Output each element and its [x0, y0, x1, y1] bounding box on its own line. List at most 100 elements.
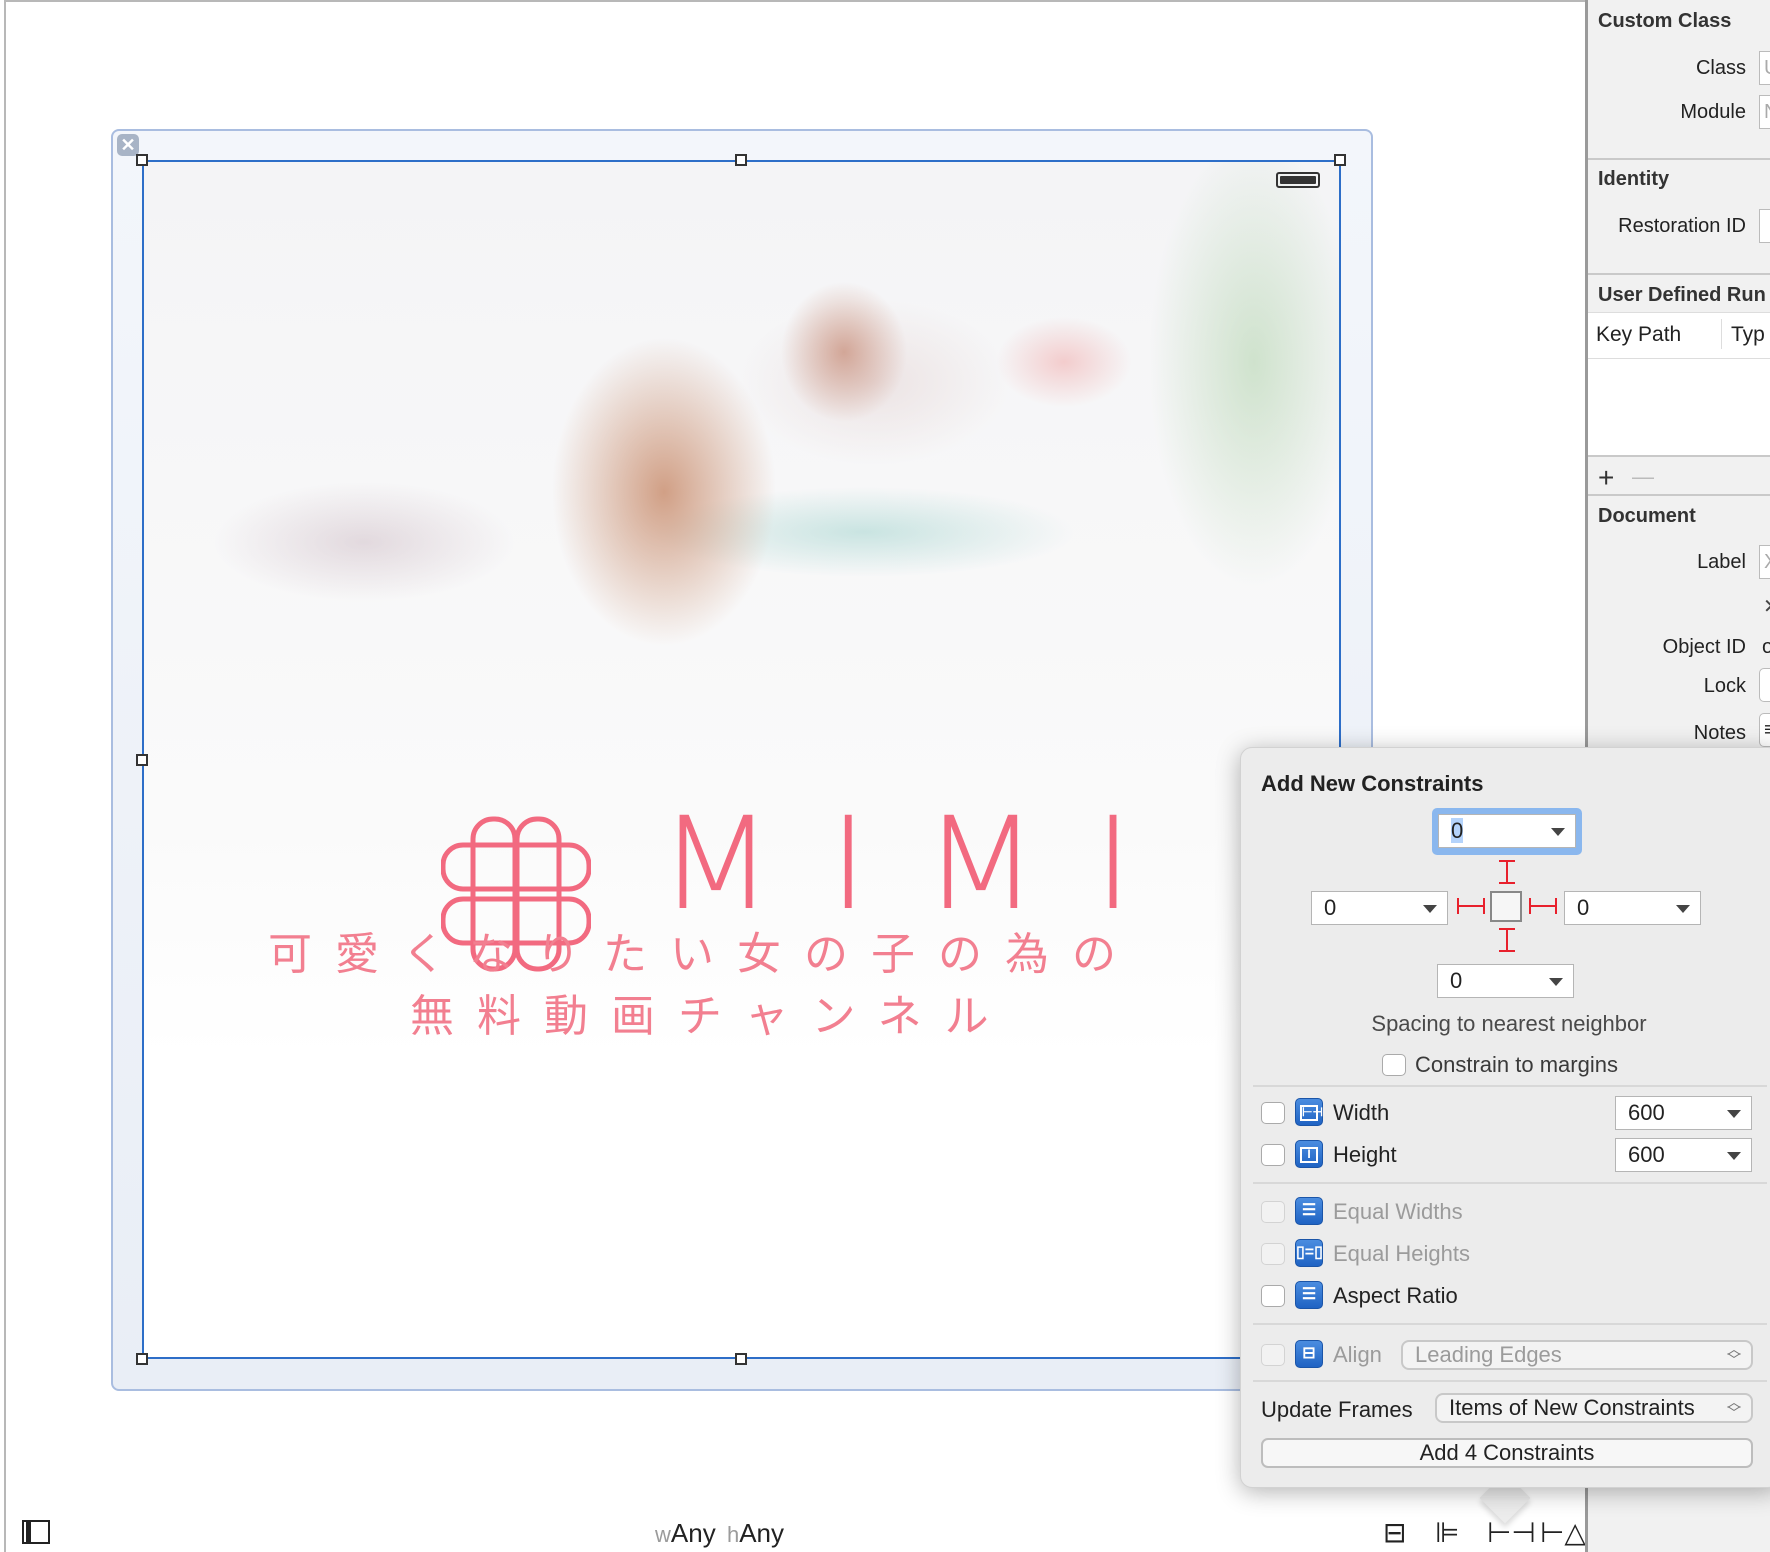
resize-handle[interactable] [735, 1353, 747, 1365]
object-id-label: Object ID [1662, 636, 1746, 658]
resize-handle[interactable] [1334, 154, 1346, 166]
resize-handle[interactable] [136, 1353, 148, 1365]
update-frames-select[interactable]: Items of New Constraints ︿ ﹀ [1435, 1393, 1753, 1423]
align-checkbox[interactable] [1261, 1344, 1285, 1366]
divider [1588, 158, 1770, 160]
left-spacing-field[interactable]: 0 [1311, 891, 1448, 925]
divider [1253, 1323, 1767, 1325]
updown-chevron-icon: ︿ ﹀ [1727, 1394, 1741, 1421]
width-value-field[interactable]: 600 [1615, 1096, 1752, 1130]
size-class-w-value: Any [670, 1518, 716, 1548]
embed-in-stack-icon[interactable]: ⊟ [1383, 1516, 1406, 1549]
clear-label-icon[interactable]: ✕ [1763, 594, 1770, 619]
pin-icon[interactable]: ⊢⊣ [1487, 1516, 1536, 1549]
photo-background [144, 162, 1339, 1357]
column-key-path[interactable]: Key Path [1596, 323, 1681, 347]
notes-button[interactable]: ≡ [1759, 713, 1770, 747]
equal-heights-checkbox[interactable] [1261, 1243, 1285, 1265]
column-type[interactable]: Typ [1731, 323, 1765, 347]
resize-handle[interactable] [136, 154, 148, 166]
attributes-table[interactable]: Key Path Typ [1588, 312, 1770, 457]
top-spacing-field[interactable]: 0 [1438, 814, 1576, 848]
aspect-ratio-label: Aspect Ratio [1333, 1283, 1458, 1308]
notes-label: Notes [1693, 722, 1746, 744]
equal-heights-icon: ▯=▯ [1295, 1239, 1323, 1267]
constrain-margins-checkbox[interactable] [1382, 1054, 1406, 1076]
equal-widths-label: Equal Widths [1333, 1199, 1463, 1224]
right-spacing-field[interactable]: 0 [1564, 891, 1701, 925]
equal-widths-icon: ☰ [1295, 1197, 1323, 1225]
toggle-outline-icon[interactable] [22, 1520, 50, 1544]
right-spacing-value: 0 [1577, 895, 1590, 920]
add-constraints-popover: Add New Constraints 0 0 0 0 Spacing to n… [1240, 747, 1770, 1488]
width-label: Width [1333, 1100, 1390, 1125]
object-id-value: o [1762, 636, 1770, 658]
height-checkbox[interactable] [1261, 1144, 1285, 1166]
size-class-control[interactable]: wAny hAny [655, 1518, 784, 1549]
identity-header: Identity [1598, 168, 1670, 190]
bottom-spacing-field[interactable]: 0 [1437, 964, 1574, 998]
align-icon[interactable]: ⊫ [1435, 1516, 1459, 1549]
document-header: Document [1598, 505, 1696, 527]
bottom-spacing-value: 0 [1450, 968, 1463, 993]
height-label: Height [1333, 1142, 1397, 1167]
remove-attribute-button[interactable]: — [1632, 464, 1654, 490]
tagline-line-2: 無料動画チャンネル [410, 992, 1012, 1041]
top-spacing-value: 0 [1451, 818, 1464, 843]
image-view[interactable] [142, 160, 1341, 1359]
size-class-h: h [726, 1522, 740, 1547]
label-label: Label [1697, 551, 1746, 573]
height-value-field[interactable]: 600 [1615, 1138, 1752, 1172]
spacing-label: Spacing to nearest neighbor [1371, 1011, 1647, 1036]
size-class-w: w [655, 1522, 671, 1547]
align-value: Leading Edges [1415, 1342, 1562, 1367]
lock-label: Lock [1703, 675, 1746, 697]
align-label: Align [1333, 1342, 1382, 1367]
chevron-down-icon[interactable] [1727, 1152, 1741, 1160]
custom-class-header: Custom Class [1598, 10, 1732, 32]
width-value: 600 [1628, 1100, 1665, 1125]
popover-title: Add New Constraints [1261, 771, 1484, 796]
divider [1253, 1085, 1767, 1087]
height-value: 600 [1628, 1142, 1665, 1167]
chevron-down-icon[interactable] [1727, 1110, 1741, 1118]
align-select[interactable]: Leading Edges ︿ ﹀ [1401, 1340, 1753, 1370]
width-checkbox[interactable] [1261, 1102, 1285, 1124]
update-frames-value: Items of New Constraints [1449, 1395, 1695, 1420]
size-class-h-value: Any [739, 1518, 784, 1548]
class-field[interactable]: U [1759, 51, 1770, 85]
constrain-margins-label: Constrain to margins [1415, 1052, 1618, 1077]
chevron-down-icon[interactable] [1676, 905, 1690, 913]
align-icon: ⊟ [1295, 1340, 1323, 1368]
aspect-ratio-checkbox[interactable] [1261, 1285, 1285, 1307]
user-defined-attributes-header: User Defined Run [1598, 284, 1766, 306]
class-label: Class [1695, 57, 1746, 79]
label-field[interactable]: X [1759, 545, 1770, 579]
divider [1588, 494, 1770, 496]
module-field[interactable]: N [1759, 95, 1770, 129]
equal-widths-checkbox[interactable] [1261, 1201, 1285, 1223]
updown-chevron-icon: ︿ ﹀ [1727, 1341, 1741, 1368]
battery-icon [1276, 172, 1320, 188]
tagline-line-1: 可愛くなりたい女の子の為の [268, 930, 1139, 979]
chevron-down-icon[interactable] [1551, 828, 1565, 836]
chevron-down-icon[interactable] [1423, 905, 1437, 913]
add-constraints-button[interactable]: Add 4 Constraints [1261, 1438, 1753, 1468]
restoration-id-field[interactable] [1759, 209, 1770, 243]
left-spacing-value: 0 [1324, 895, 1337, 920]
restoration-id-label: Restoration ID [1618, 215, 1746, 237]
header-separator [1588, 358, 1770, 359]
aspect-ratio-icon: ☰ [1295, 1281, 1323, 1309]
add-attribute-button[interactable]: + [1598, 462, 1614, 494]
close-scene-icon[interactable]: ✕ [117, 134, 139, 156]
chevron-down-icon[interactable] [1549, 978, 1563, 986]
update-frames-label: Update Frames [1261, 1397, 1413, 1422]
divider [1253, 1182, 1767, 1184]
logo-text: MIMI [658, 790, 1188, 939]
view-box-icon [1490, 891, 1522, 922]
equal-heights-label: Equal Heights [1333, 1241, 1470, 1266]
resize-handle[interactable] [136, 754, 148, 766]
divider [1253, 1380, 1767, 1382]
resize-handle[interactable] [735, 154, 747, 166]
lock-dropdown[interactable] [1759, 668, 1770, 702]
